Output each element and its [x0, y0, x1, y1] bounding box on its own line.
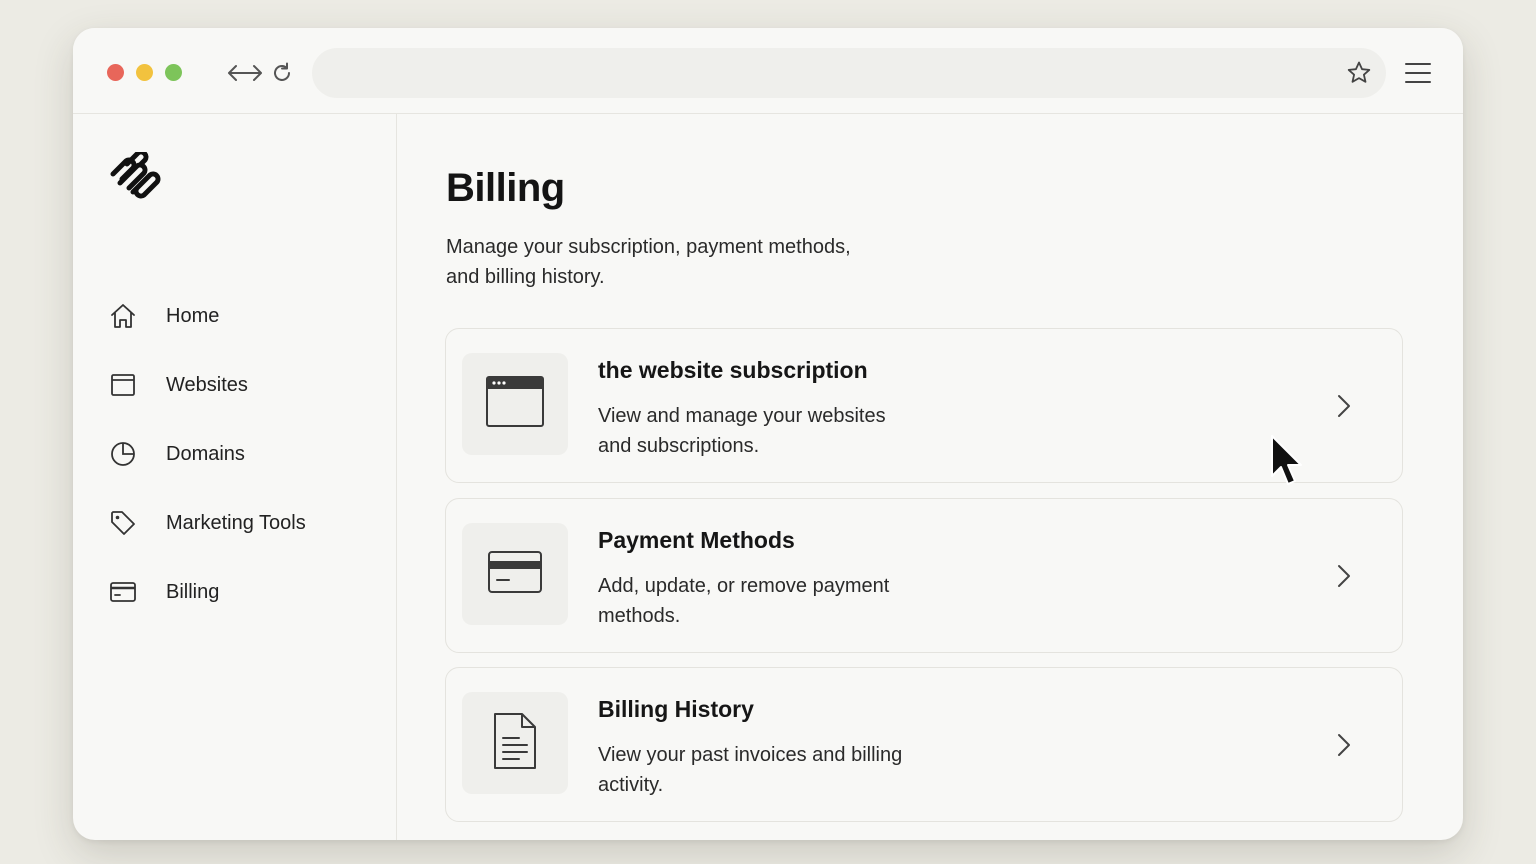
squarespace-logo-icon[interactable]	[109, 149, 169, 202]
close-window-button[interactable]	[107, 64, 124, 81]
reload-icon[interactable]	[265, 58, 299, 88]
maximize-window-button[interactable]	[165, 64, 182, 81]
sidebar: Home Websites Domains Marketing Tools Bi	[73, 114, 397, 840]
mouse-cursor-icon	[1270, 434, 1306, 490]
billing-history-card[interactable]: Billing History View your past invoices …	[445, 667, 1403, 822]
sidebar-item-websites[interactable]: Websites	[109, 365, 369, 405]
hamburger-menu-icon[interactable]	[1401, 58, 1435, 88]
card-thumbnail	[462, 692, 568, 794]
sidebar-item-label: Websites	[166, 373, 248, 396]
page-description: Manage your subscription, payment method…	[446, 236, 851, 288]
sidebar-item-label: Home	[166, 304, 220, 327]
star-icon[interactable]	[1343, 58, 1375, 88]
browser-window: Home Websites Domains Marketing Tools Bi	[73, 28, 1463, 840]
sidebar-item-domains[interactable]: Domains	[109, 434, 369, 474]
card-title: the website subscription	[598, 357, 868, 383]
credit-card-icon	[109, 572, 153, 612]
card-thumbnail	[462, 353, 568, 455]
minimize-window-button[interactable]	[136, 64, 153, 81]
browser-window-icon	[485, 375, 545, 434]
arrows-horizontal-icon[interactable]	[227, 58, 263, 88]
address-bar[interactable]	[312, 48, 1386, 98]
website-subscription-card[interactable]: the website subscription View and manage…	[445, 328, 1403, 483]
chevron-right-icon	[1330, 561, 1358, 591]
card-description: Add, update, or remove payment methods.	[598, 575, 890, 627]
browser-toolbar	[73, 28, 1463, 114]
tag-icon	[109, 503, 153, 543]
sidebar-item-label: Billing	[166, 580, 220, 603]
home-icon	[109, 296, 153, 336]
sidebar-item-home[interactable]: Home	[109, 296, 369, 336]
card-description: View and manage your websites and subscr…	[598, 405, 886, 457]
sidebar-item-label: Domains	[166, 442, 245, 465]
sidebar-item-billing[interactable]: Billing	[109, 572, 369, 612]
card-description: View your past invoices and billing acti…	[598, 744, 903, 796]
chevron-right-icon	[1330, 730, 1358, 760]
card-title: Billing History	[598, 696, 754, 722]
sidebar-item-label: Marketing Tools	[166, 511, 306, 534]
chevron-right-icon	[1330, 391, 1358, 421]
sidebar-item-marketing-tools[interactable]: Marketing Tools	[109, 503, 369, 543]
page-title: Billing	[446, 166, 565, 210]
document-icon	[492, 712, 538, 775]
card-title: Payment Methods	[598, 527, 795, 553]
pie-chart-icon	[109, 434, 153, 474]
credit-card-icon	[487, 550, 543, 599]
payment-methods-card[interactable]: Payment Methods Add, update, or remove p…	[445, 498, 1403, 653]
card-thumbnail	[462, 523, 568, 625]
browser-window-icon	[109, 365, 153, 405]
